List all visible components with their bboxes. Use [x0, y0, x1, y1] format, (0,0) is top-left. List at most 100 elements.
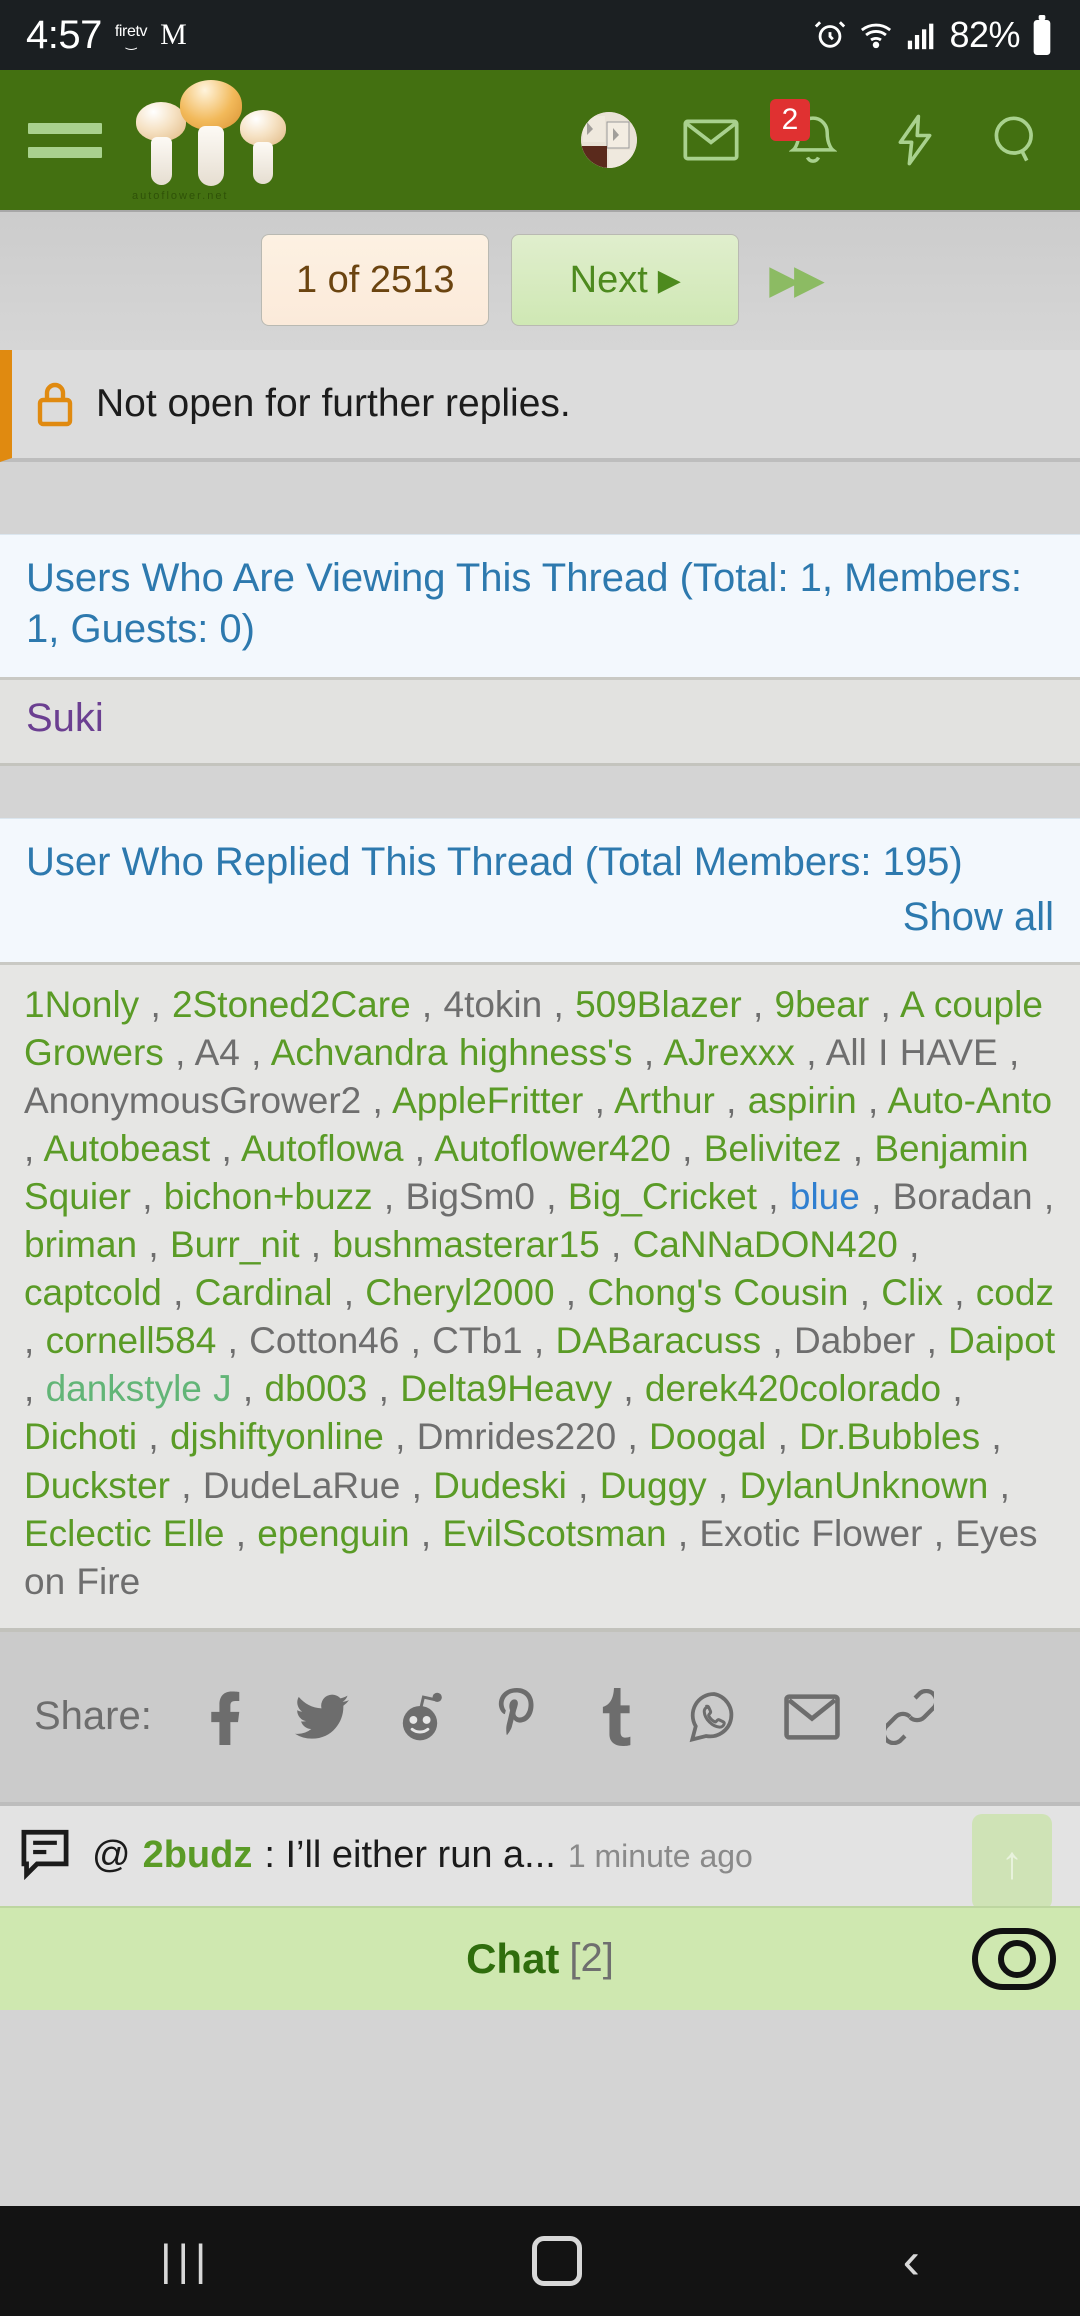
member-name-link[interactable]: Dabber: [794, 1320, 915, 1361]
member-name-link[interactable]: Autoflower420: [434, 1128, 671, 1169]
member-name-link[interactable]: Achvandra highness's: [271, 1032, 633, 1073]
member-name-link[interactable]: Duggy: [600, 1465, 707, 1506]
chat-toggle-bar[interactable]: Chat [2]: [0, 1905, 1080, 2010]
member-name-link[interactable]: Chong's Cousin: [587, 1272, 848, 1313]
member-name-link[interactable]: Auto-Anto: [888, 1080, 1053, 1121]
member-separator: ,: [859, 1175, 893, 1217]
member-name-link[interactable]: Arthur: [614, 1080, 715, 1121]
reddit-icon[interactable]: [388, 1681, 452, 1753]
member-name-link[interactable]: All I HAVE: [826, 1032, 998, 1073]
member-name-link[interactable]: djshiftyonline: [170, 1416, 384, 1457]
cellular-signal-icon: [905, 18, 939, 52]
facebook-icon[interactable]: [192, 1681, 256, 1753]
member-name-link[interactable]: DylanUnknown: [739, 1465, 988, 1506]
tumblr-icon[interactable]: [584, 1681, 648, 1753]
member-name-link[interactable]: epenguin: [257, 1513, 409, 1554]
member-name-link[interactable]: AJrexxx: [663, 1032, 795, 1073]
last-page-button[interactable]: ▶▶: [761, 257, 824, 303]
envelope-icon: [683, 119, 739, 161]
member-name-link[interactable]: blue: [790, 1176, 860, 1217]
page-indicator[interactable]: 1 of 2513: [261, 234, 490, 326]
hamburger-menu-icon[interactable]: [28, 122, 102, 158]
email-icon[interactable]: [780, 1681, 844, 1753]
next-page-button[interactable]: Next ▶: [511, 234, 740, 326]
member-separator: ,: [988, 1464, 1010, 1506]
member-name-link[interactable]: Dudeski: [433, 1465, 567, 1506]
member-name-link[interactable]: Exotic Flower: [699, 1513, 922, 1554]
member-name-link[interactable]: Belivitez: [704, 1128, 842, 1169]
member-separator: ,: [616, 1416, 650, 1458]
member-name-link[interactable]: bichon+buzz: [164, 1176, 373, 1217]
member-separator: ,: [24, 1320, 46, 1362]
member-name-link[interactable]: 9bear: [775, 984, 870, 1025]
member-name-link[interactable]: captcold: [24, 1272, 162, 1313]
search-button[interactable]: [988, 111, 1046, 169]
user-avatar[interactable]: [580, 111, 638, 169]
back-button[interactable]: ‹: [903, 2235, 920, 2287]
member-name-link[interactable]: DABaracuss: [555, 1320, 761, 1361]
pinterest-icon[interactable]: [486, 1681, 550, 1753]
member-name-link[interactable]: Big_Cricket: [568, 1176, 757, 1217]
member-name-list: 1Nonly , 2Stoned2Care , 4tokin , 509Blaz…: [0, 964, 1080, 1632]
member-name-link[interactable]: Autoflowa: [241, 1128, 404, 1169]
scroll-up-button[interactable]: ↑: [972, 1813, 1052, 1910]
member-name-link[interactable]: briman: [24, 1224, 137, 1265]
member-name-link[interactable]: db003: [265, 1368, 368, 1409]
recents-button[interactable]: |||: [160, 2236, 212, 2286]
member-name-link[interactable]: derek420colorado: [645, 1368, 941, 1409]
member-name-link[interactable]: Cardinal: [195, 1272, 333, 1313]
whatsapp-icon[interactable]: [682, 1681, 746, 1753]
member-name-link[interactable]: Dichoti: [24, 1416, 137, 1457]
clock: 4:57: [26, 12, 102, 57]
member-name-link[interactable]: 2Stoned2Care: [172, 984, 411, 1025]
member-name-link[interactable]: Cotton46: [249, 1320, 399, 1361]
member-name-link[interactable]: bushmasterar15: [332, 1224, 599, 1265]
inbox-button[interactable]: [682, 111, 740, 169]
member-name-link[interactable]: CTb1: [432, 1320, 522, 1361]
member-name-link[interactable]: DudeLaRue: [203, 1465, 400, 1506]
member-name-link[interactable]: EvilScotsman: [442, 1513, 666, 1554]
replied-thread-title[interactable]: User Who Replied This Thread (Total Memb…: [26, 837, 1054, 888]
show-all-link[interactable]: Show all: [26, 895, 1054, 940]
member-name-link[interactable]: Daipot: [948, 1320, 1055, 1361]
member-name-link[interactable]: BigSm0: [405, 1176, 535, 1217]
member-name-link[interactable]: cornell584: [46, 1320, 217, 1361]
member-separator: ,: [942, 1272, 976, 1314]
member-name-link[interactable]: AppleFritter: [392, 1080, 583, 1121]
member-name-link[interactable]: Dr.Bubbles: [799, 1416, 980, 1457]
battery-icon: [1030, 15, 1054, 55]
member-name-link[interactable]: 4tokin: [444, 984, 543, 1025]
member-name-link[interactable]: codz: [976, 1272, 1054, 1313]
member-name-link[interactable]: dankstyle J: [46, 1368, 232, 1409]
alerts-button[interactable]: 2: [770, 99, 842, 169]
member-name-link[interactable]: CaNNaDON420: [633, 1224, 898, 1265]
viewing-thread-title[interactable]: Users Who Are Viewing This Thread (Total…: [26, 553, 1054, 655]
member-name-link[interactable]: 509Blazer: [575, 984, 742, 1025]
member-separator: ,: [361, 1079, 393, 1121]
site-logo[interactable]: autoflower.net: [128, 80, 288, 202]
member-name-link[interactable]: Autobeast: [44, 1128, 211, 1169]
member-name-link[interactable]: Doogal: [649, 1416, 766, 1457]
member-name-link[interactable]: Boradan: [893, 1176, 1033, 1217]
twitter-icon[interactable]: [290, 1681, 354, 1753]
member-name-link[interactable]: Cheryl2000: [365, 1272, 554, 1313]
link-icon[interactable]: [878, 1681, 942, 1753]
member-separator: ,: [372, 1175, 406, 1217]
quick-actions-button[interactable]: [886, 111, 944, 169]
member-name-link[interactable]: Dmrides220: [417, 1416, 616, 1457]
member-name-link[interactable]: 1Nonly: [24, 984, 139, 1025]
member-name-link[interactable]: Burr_nit: [170, 1224, 300, 1265]
member-name-link[interactable]: Duckster: [24, 1465, 170, 1506]
chat-preview-bar[interactable]: @ 2budz : I’ll either run a... 1 minute …: [0, 1801, 1080, 1910]
home-button[interactable]: [532, 2236, 583, 2286]
member-name-link[interactable]: A4: [195, 1032, 240, 1073]
member-name-link[interactable]: aspirin: [748, 1080, 857, 1121]
member-name-link[interactable]: Eclectic Elle: [24, 1513, 224, 1554]
member-name-link[interactable]: Delta9Heavy: [400, 1368, 612, 1409]
member-separator: ,: [666, 1512, 700, 1554]
member-name-link[interactable]: Clix: [881, 1272, 943, 1313]
chat-username[interactable]: 2budz: [143, 1834, 253, 1877]
viewer-name[interactable]: Suki: [26, 696, 104, 740]
chat-toggle-switch[interactable]: [972, 1927, 1056, 1990]
member-name-link[interactable]: AnonymousGrower2: [24, 1080, 361, 1121]
